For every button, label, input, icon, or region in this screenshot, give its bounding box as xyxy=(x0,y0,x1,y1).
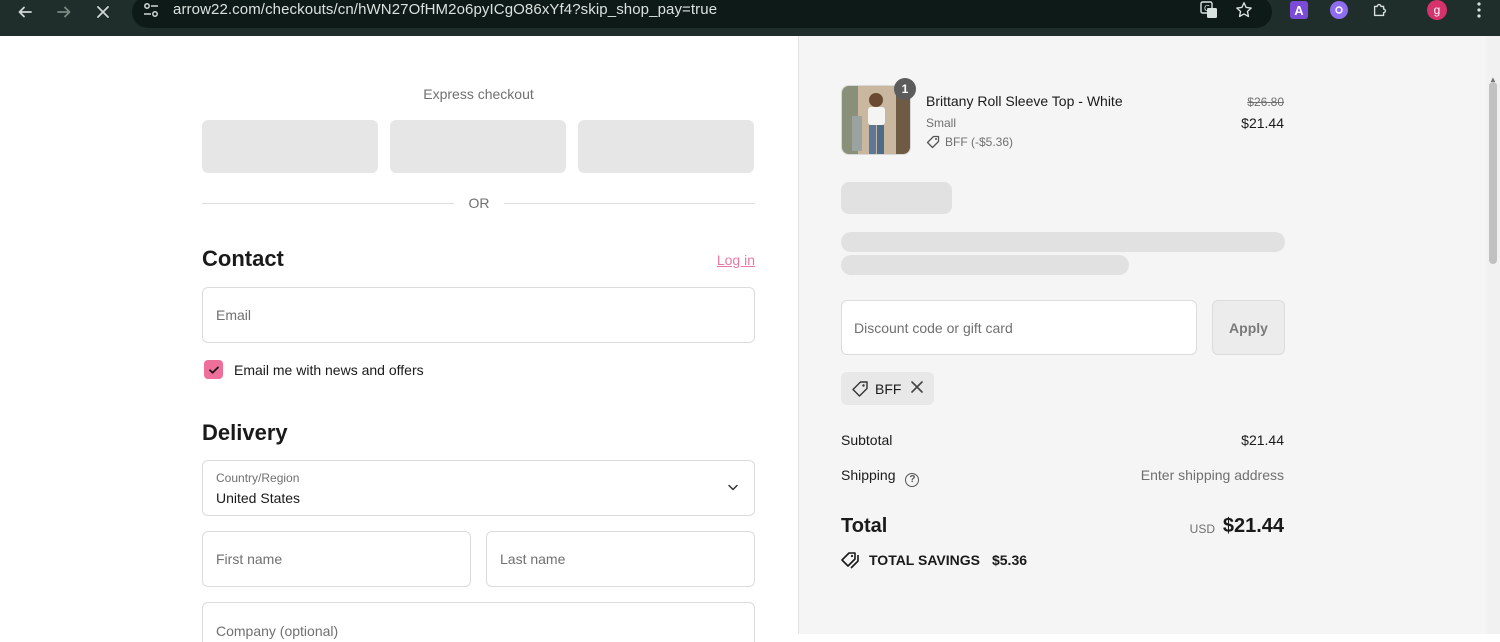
loading-skeleton xyxy=(841,232,1285,252)
shipping-row: Shipping ? xyxy=(841,467,920,487)
loading-skeleton xyxy=(841,255,1129,275)
express-pay-button-1[interactable] xyxy=(202,120,378,173)
subtotal-value: $21.44 xyxy=(1241,432,1284,448)
savings-value: $5.36 xyxy=(991,552,1028,568)
scrollbar-thumb[interactable] xyxy=(1489,82,1497,264)
original-price: $26.80 xyxy=(1247,95,1284,109)
applied-discount-chip: BFF xyxy=(841,372,934,405)
tag-icon xyxy=(926,135,940,149)
product-price: $21.44 xyxy=(1241,115,1284,131)
browser-menu-icon[interactable] xyxy=(1468,0,1490,21)
company-placeholder: Company (optional) xyxy=(216,623,339,639)
first-name-placeholder: First name xyxy=(216,551,283,567)
product-discount: BFF (-$5.36) xyxy=(926,135,1013,149)
login-link[interactable]: Log in xyxy=(717,252,755,268)
translate-icon[interactable]: G xyxy=(1198,0,1220,21)
stop-loading-icon[interactable] xyxy=(91,0,115,24)
svg-text:G: G xyxy=(1204,4,1210,13)
shipping-help-icon[interactable]: ? xyxy=(905,472,920,487)
total-label: Total xyxy=(841,515,888,537)
product-discount-text: BFF (-$5.36) xyxy=(945,135,1014,149)
bookmark-star-icon[interactable] xyxy=(1233,0,1255,21)
quantity-badge: 1 xyxy=(894,78,916,100)
extensions-puzzle-icon[interactable] xyxy=(1369,0,1391,21)
savings-label: TOTAL SAVINGS xyxy=(869,552,980,568)
site-settings-icon[interactable] xyxy=(142,1,160,19)
extension-a-icon[interactable]: A xyxy=(1290,1,1308,19)
profile-avatar[interactable]: g xyxy=(1427,0,1447,20)
delivery-title: Delivery xyxy=(202,420,288,445)
savings-tag-icon xyxy=(841,552,859,569)
subtotal-label: Subtotal xyxy=(841,432,893,448)
or-divider-text: OR xyxy=(468,195,490,211)
email-field[interactable]: Email xyxy=(202,287,755,343)
country-select[interactable]: Country/Region United States xyxy=(202,460,755,516)
back-arrow-icon[interactable] xyxy=(13,0,37,24)
forward-arrow-icon[interactable] xyxy=(52,0,76,24)
last-name-field[interactable]: Last name xyxy=(486,531,755,587)
product-name: Brittany Roll Sleeve Top - White xyxy=(926,93,1123,109)
url-text[interactable]: arrow22.com/checkouts/cn/hWN27OfHM2o6pyI… xyxy=(173,0,717,20)
last-name-placeholder: Last name xyxy=(500,551,566,567)
browser-toolbar: arrow22.com/checkouts/cn/hWN27OfHM2o6pyI… xyxy=(0,0,1500,36)
applied-discount-code: BFF xyxy=(875,380,902,397)
divider-left xyxy=(202,203,454,204)
contact-title: Contact xyxy=(202,246,284,271)
checkout-form-panel: Express checkout OR Contact Log in Email… xyxy=(0,36,798,642)
newsletter-label[interactable]: Email me with news and offers xyxy=(234,362,424,378)
remove-discount-icon[interactable] xyxy=(910,380,924,394)
total-value: $21.44 xyxy=(1222,515,1284,537)
express-pay-button-3[interactable] xyxy=(578,120,754,173)
product-variant: Small xyxy=(926,116,957,130)
country-label: Country/Region xyxy=(216,471,300,485)
first-name-field[interactable]: First name xyxy=(202,531,471,587)
total-savings: TOTAL SAVINGS $5.36 xyxy=(841,551,1027,569)
extension-link-icon[interactable] xyxy=(1330,1,1348,19)
divider-right xyxy=(504,203,755,204)
company-field[interactable]: Company (optional) xyxy=(202,602,755,642)
chevron-down-icon xyxy=(728,484,738,491)
apply-discount-button[interactable]: Apply xyxy=(1212,300,1285,355)
express-pay-button-2[interactable] xyxy=(390,120,566,173)
checkmark-icon xyxy=(208,366,219,374)
email-placeholder: Email xyxy=(216,307,252,323)
loading-skeleton xyxy=(841,182,952,214)
country-value: United States xyxy=(216,490,301,506)
total-currency: USD xyxy=(1189,522,1215,536)
shipping-value: Enter shipping address xyxy=(1140,467,1284,483)
newsletter-checkbox[interactable] xyxy=(204,360,223,379)
order-summary-panel: 1 Brittany Roll Sleeve Top - White Small… xyxy=(798,36,1500,634)
discount-placeholder: Discount code or gift card xyxy=(854,320,1013,336)
discount-code-input[interactable]: Discount code or gift card xyxy=(841,300,1197,355)
shipping-label: Shipping xyxy=(841,467,896,483)
express-checkout-title: Express checkout xyxy=(423,86,534,102)
tag-icon xyxy=(852,380,868,397)
